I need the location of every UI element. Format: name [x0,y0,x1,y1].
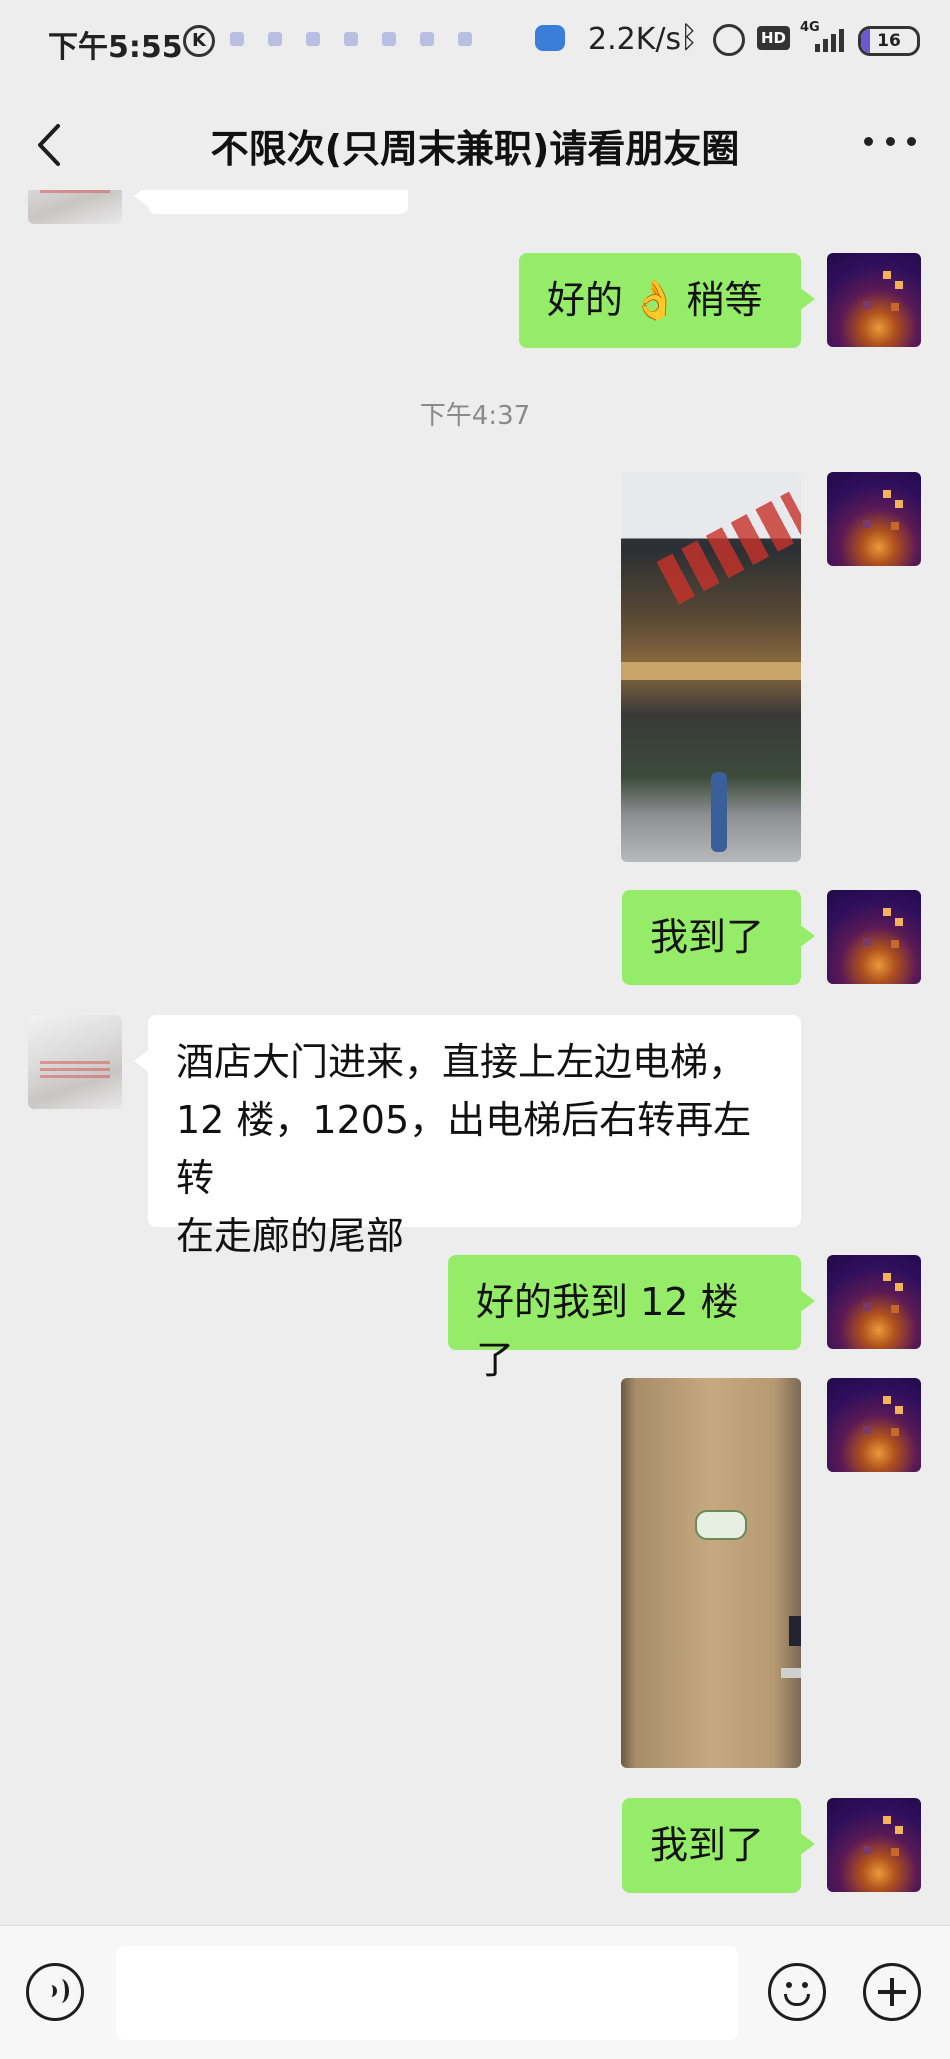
message-bubble-partial[interactable] [134,190,408,214]
photo-detail [711,772,727,852]
plus-icon[interactable] [863,1963,921,2021]
avatar-self[interactable] [827,1255,921,1349]
photo-detail [656,491,801,605]
avatar-self[interactable] [827,1798,921,1892]
emoji-icon[interactable] [768,1963,826,2021]
message-bubble-self[interactable]: 好的 👌 稍等 [519,253,815,348]
message-input[interactable] [116,1946,738,2040]
battery-level: 16 [877,31,901,51]
photo-detail [781,1668,801,1678]
photo-detail [621,662,801,680]
avatar-other[interactable] [28,190,122,224]
status-time: 下午5:55 [48,30,183,65]
notification-icon [306,32,320,46]
chat-area[interactable]: 好的 👌 稍等 下午4:37 我到了 酒店大门进来，直接上左边电梯， 12 楼，12… [0,190,950,1925]
notification-icon [382,32,396,46]
photo-room-door[interactable] [621,1378,801,1768]
chat-app-icon [535,25,565,51]
avatar-self[interactable] [827,1378,921,1472]
message-bubble-self[interactable]: 好的我到 12 楼了 [448,1255,815,1382]
notification-icon [344,32,358,46]
photo-detail [695,1510,747,1540]
avatar-self[interactable] [827,253,921,347]
ok-hand-emoji: 👌 [631,278,679,322]
signal-icon [815,26,844,52]
app-k-icon: K [183,25,215,57]
message-text: 稍等 [686,278,763,322]
input-bar [0,1925,950,2059]
message-text: 好的 [547,278,624,322]
notification-icon [230,32,244,46]
alarm-icon [713,24,745,56]
photo-detail [789,1616,801,1646]
message-bubble-self[interactable]: 我到了 [622,890,815,985]
voice-icon[interactable] [26,1963,84,2021]
more-dots-icon[interactable] [864,134,916,148]
notification-icon [268,32,282,46]
notification-icon [458,32,472,46]
message-timestamp: 下午4:37 [419,401,531,431]
avatar-self[interactable] [827,890,921,984]
message-text: 好的我到 12 楼了 [476,1280,739,1382]
avatar-self[interactable] [827,472,921,566]
message-text-line: 酒店大门进来，直接上左边电梯， [176,1040,747,1084]
notification-icons [230,32,472,46]
notification-icon [420,32,434,46]
photo-hotel-entrance[interactable] [621,472,801,862]
avatar-other[interactable] [28,1015,122,1109]
message-bubble-other[interactable]: 酒店大门进来，直接上左边电梯， 12 楼，1205，出电梯后右转再左转 在走廊的… [134,1015,801,1258]
battery-icon: 16 [858,26,920,56]
chevron-left-icon[interactable] [30,120,70,170]
chat-header: 不限次(只周末兼职)请看朋友圈 [0,78,950,208]
status-bar: 下午5:55 K 2.2K/s ᛒ HD 4G 16 [0,0,950,78]
chat-title: 不限次(只周末兼职)请看朋友圈 [210,127,740,171]
network-speed: 2.2K/s [588,22,682,57]
message-text-line: 12 楼，1205，出电梯后右转再左转 [176,1098,752,1200]
message-text: 我到了 [650,915,765,959]
message-bubble-self[interactable]: 我到了 [622,1798,815,1893]
message-text: 我到了 [650,1823,765,1867]
bluetooth-icon: ᛒ [680,20,698,55]
hd-badge: HD [757,26,791,50]
